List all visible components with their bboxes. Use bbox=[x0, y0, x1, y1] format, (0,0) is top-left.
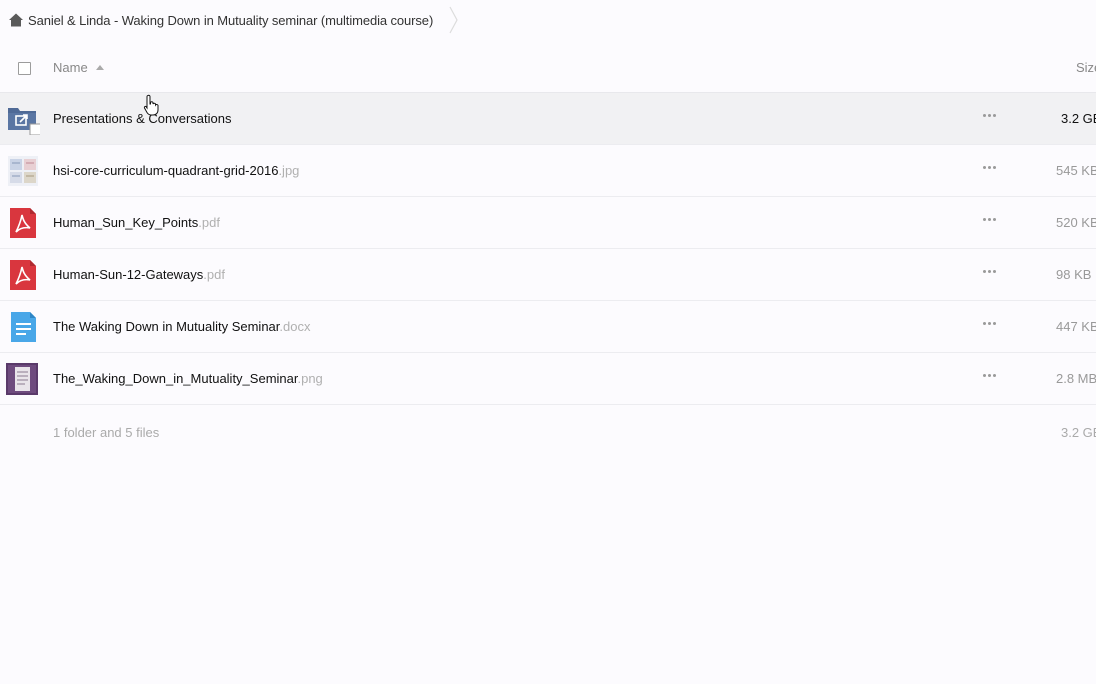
more-actions-button[interactable] bbox=[983, 166, 996, 169]
more-actions-button[interactable] bbox=[983, 374, 996, 377]
name-column-label: Name bbox=[53, 60, 88, 75]
file-list: Presentations & Conversations 3.2 GB hsi… bbox=[0, 93, 1096, 405]
table-row[interactable]: The Waking Down in Mutuality Seminar.doc… bbox=[0, 301, 1096, 353]
chevron-right-icon bbox=[449, 6, 458, 34]
file-name[interactable]: The_Waking_Down_in_Mutuality_Seminar.png bbox=[53, 371, 323, 386]
table-row[interactable]: The_Waking_Down_in_Mutuality_Seminar.png… bbox=[0, 353, 1096, 405]
file-size: 545 KB bbox=[1056, 163, 1096, 178]
select-all-checkbox[interactable] bbox=[18, 62, 31, 75]
table-row[interactable]: hsi-core-curriculum-quadrant-grid-2016.j… bbox=[0, 145, 1096, 197]
name-column-header[interactable]: Name bbox=[53, 60, 104, 75]
file-size: 3.2 GB bbox=[1061, 111, 1096, 126]
sort-ascending-icon bbox=[95, 65, 104, 70]
file-name[interactable]: The Waking Down in Mutuality Seminar.doc… bbox=[53, 319, 310, 334]
pdf-icon bbox=[10, 260, 36, 290]
size-column-header[interactable]: Size bbox=[1076, 60, 1096, 75]
summary-size: 3.2 GB bbox=[1061, 425, 1096, 440]
home-icon[interactable] bbox=[8, 12, 24, 28]
breadcrumb-current[interactable]: Saniel & Linda - Waking Down in Mutualit… bbox=[28, 13, 433, 28]
document-icon bbox=[11, 312, 36, 342]
file-size: 520 KB bbox=[1056, 215, 1096, 230]
more-actions-button[interactable] bbox=[983, 114, 996, 117]
table-row[interactable]: Human-Sun-12-Gateways.pdf 98 KB bbox=[0, 249, 1096, 301]
table-row[interactable]: Human_Sun_Key_Points.pdf 520 KB bbox=[0, 197, 1096, 249]
file-name[interactable]: Human-Sun-12-Gateways.pdf bbox=[53, 267, 225, 282]
shared-folder-icon bbox=[8, 108, 40, 135]
summary-count: 1 folder and 5 files bbox=[53, 425, 160, 440]
table-row[interactable]: Presentations & Conversations 3.2 GB bbox=[0, 93, 1096, 145]
file-list-header: Name Size bbox=[0, 42, 1096, 93]
image-thumbnail-icon bbox=[6, 363, 38, 395]
breadcrumb: Saniel & Linda - Waking Down in Mutualit… bbox=[0, 0, 459, 40]
hand-cursor-icon bbox=[143, 94, 159, 116]
file-size: 447 KB bbox=[1056, 319, 1096, 334]
image-thumbnail-icon bbox=[8, 156, 38, 186]
pdf-icon bbox=[10, 208, 36, 238]
more-actions-button[interactable] bbox=[983, 270, 996, 273]
file-size: 2.8 MB bbox=[1056, 371, 1096, 386]
more-actions-button[interactable] bbox=[983, 218, 996, 221]
file-name[interactable]: hsi-core-curriculum-quadrant-grid-2016.j… bbox=[53, 163, 299, 178]
file-size: 98 KB bbox=[1056, 267, 1092, 282]
list-summary: 1 folder and 5 files 3.2 GB bbox=[0, 425, 1096, 445]
more-actions-button[interactable] bbox=[983, 322, 996, 325]
file-name[interactable]: Human_Sun_Key_Points.pdf bbox=[53, 215, 220, 230]
